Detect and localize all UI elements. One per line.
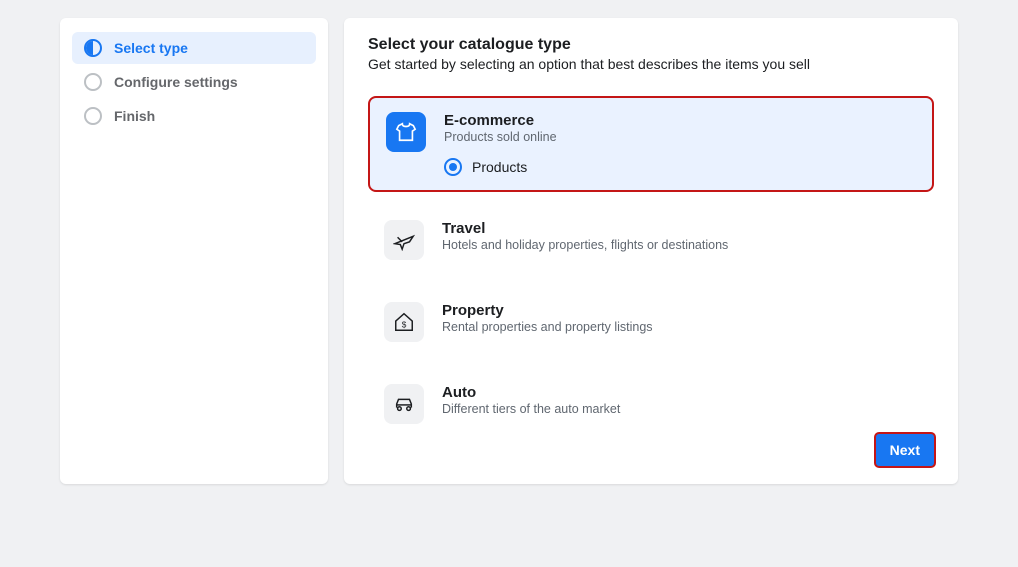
option-title: Auto <box>442 384 918 401</box>
step-label: Finish <box>114 108 155 124</box>
option-body: Travel Hotels and holiday properties, fl… <box>442 220 918 260</box>
plane-icon <box>384 220 424 260</box>
option-desc: Products sold online <box>444 130 916 144</box>
step-label: Configure settings <box>114 74 238 90</box>
option-title: E-commerce <box>444 112 916 129</box>
step-select-type[interactable]: Select type <box>72 32 316 64</box>
page-title: Select your catalogue type <box>368 36 934 54</box>
radio-label: Products <box>472 159 527 175</box>
option-property[interactable]: $ Property Rental properties and propert… <box>368 288 934 356</box>
option-body: Auto Different tiers of the auto market <box>442 384 918 424</box>
option-auto[interactable]: Auto Different tiers of the auto market <box>368 370 934 438</box>
option-body: Property Rental properties and property … <box>442 302 918 342</box>
circle-icon <box>84 107 102 125</box>
option-desc: Hotels and holiday properties, flights o… <box>442 238 918 252</box>
catalogue-type-options: E-commerce Products sold online Products <box>368 96 934 438</box>
wizard-sidebar: Select type Configure settings Finish <box>60 18 328 484</box>
option-desc: Rental properties and property listings <box>442 320 918 334</box>
step-configure-settings[interactable]: Configure settings <box>72 66 316 98</box>
step-label: Select type <box>114 40 188 56</box>
half-circle-icon <box>84 39 102 57</box>
house-icon: $ <box>384 302 424 342</box>
step-finish[interactable]: Finish <box>72 100 316 132</box>
circle-icon <box>84 73 102 91</box>
svg-text:$: $ <box>402 321 407 330</box>
option-ecommerce[interactable]: E-commerce Products sold online Products <box>368 96 934 192</box>
tshirt-icon <box>386 112 426 152</box>
radio-products[interactable]: Products <box>444 158 916 176</box>
option-title: Travel <box>442 220 918 237</box>
next-button[interactable]: Next <box>874 432 936 468</box>
main-panel: Select your catalogue type Get started b… <box>344 18 958 484</box>
option-body: E-commerce Products sold online Products <box>444 112 916 176</box>
option-title: Property <box>442 302 918 319</box>
page-subtitle: Get started by selecting an option that … <box>368 56 934 72</box>
footer-actions: Next <box>874 432 936 468</box>
option-desc: Different tiers of the auto market <box>442 402 918 416</box>
radio-icon <box>444 158 462 176</box>
option-travel[interactable]: Travel Hotels and holiday properties, fl… <box>368 206 934 274</box>
car-icon <box>384 384 424 424</box>
